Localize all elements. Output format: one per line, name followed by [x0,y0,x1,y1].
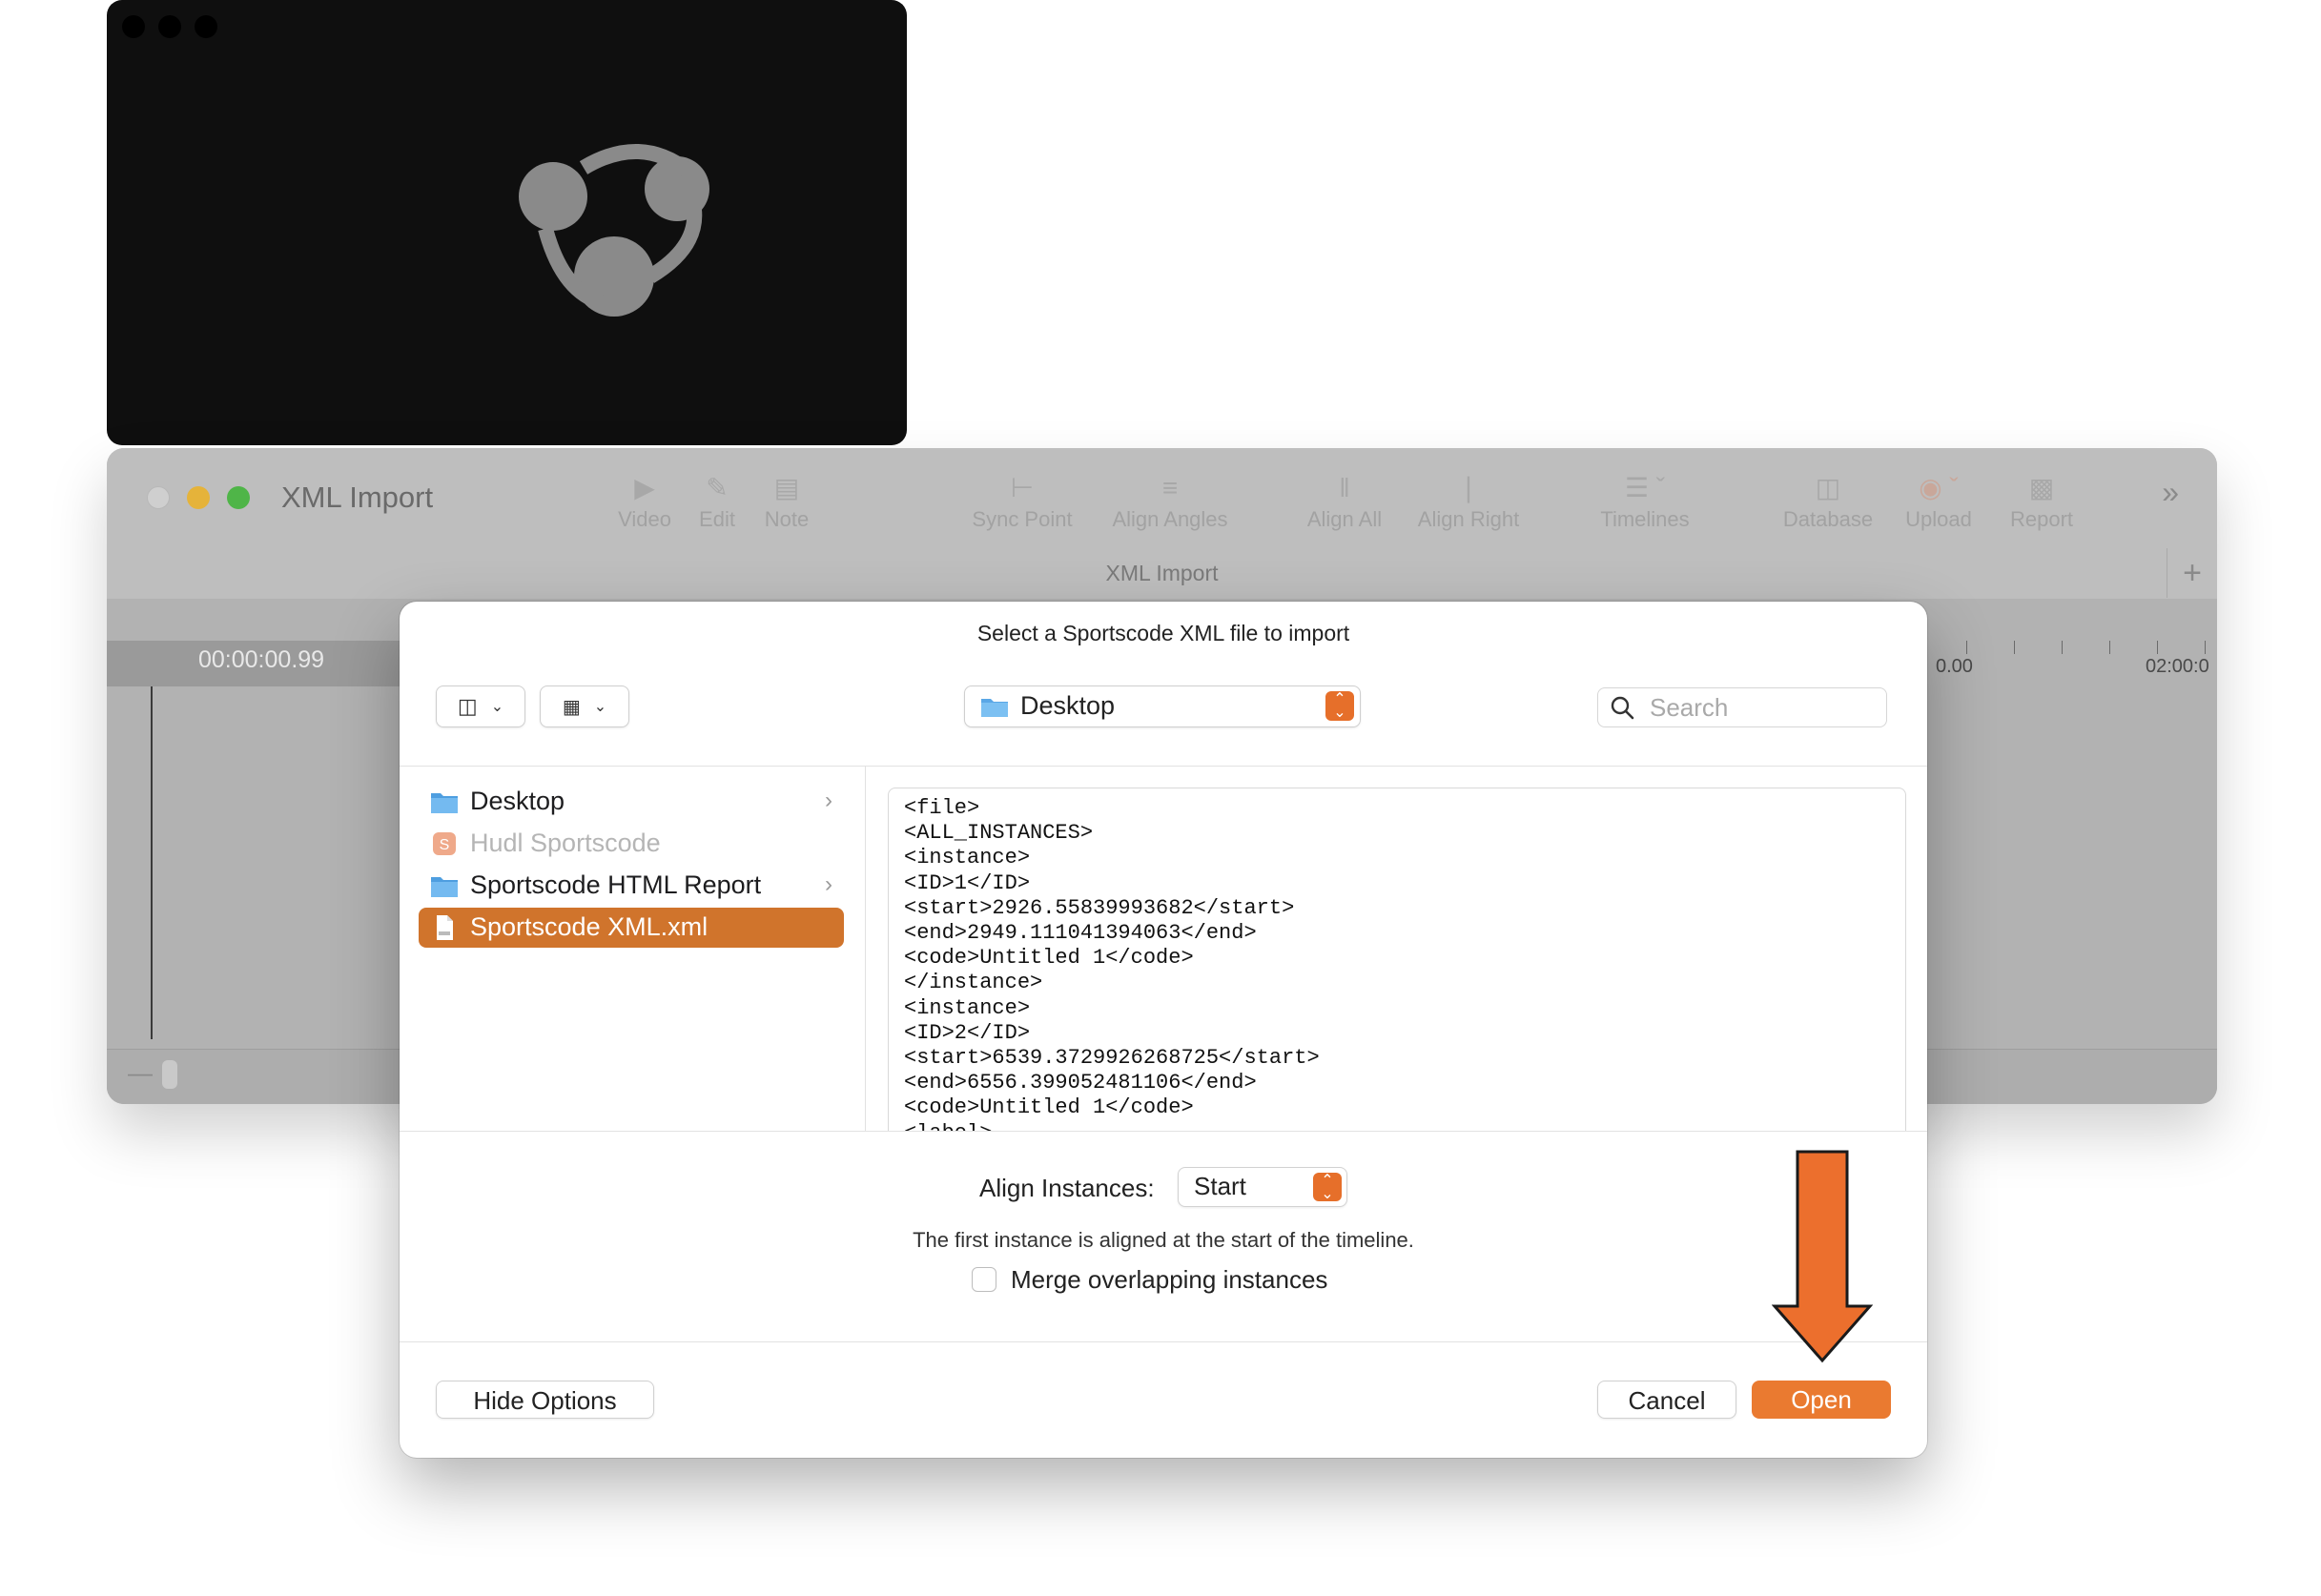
zoom-out-icon[interactable]: — [128,1058,153,1088]
toolbar-report[interactable]: ▩ Report [1998,469,2085,532]
add-tab-button[interactable]: + [2167,548,2217,598]
dialog-title: Select a Sportscode XML file to import [976,621,1350,645]
toolbar-note-label: Note [764,507,810,531]
file-item-sportscode-xml[interactable]: Sportscode XML.xml [419,908,844,948]
align-angles-icon: ≡ [1161,473,1179,502]
toolbar-overflow-icon[interactable]: » [2162,475,2179,510]
view-mode-button[interactable]: ◫ ⌄ [436,685,525,727]
chevron-down-icon: ⌄ [593,699,607,715]
toolbar-align-all[interactable]: ‖ Align All [1299,469,1390,532]
note-icon: ▤ [773,473,800,502]
tab-xml-import[interactable]: XML Import [107,561,2217,586]
align-right-icon: ❘ [1457,473,1480,502]
video-window-traffic-lights [122,15,217,38]
popup-stepper-icon: ⌃ ⌄ [1325,691,1354,721]
maximize-button[interactable] [227,486,250,509]
open-button[interactable]: Open [1752,1381,1891,1419]
chevron-right-icon: › [825,788,832,813]
align-description: The first instance is aligned at the sta… [913,1228,1414,1252]
folder-icon [431,793,458,813]
video-close-button[interactable] [122,15,145,38]
toolbar-align-angles-label: Align Angles [1112,507,1228,531]
chevron-down-icon: ⌄ [490,699,504,715]
file-preview: <file> <ALL_INSTANCES> <instance> <ID>1<… [888,788,1906,1132]
file-item-html-report[interactable]: Sportscode HTML Report › [419,866,844,906]
toolbar-align-all-label: Align All [1306,507,1383,531]
file-item-hudl-sportscode: S Hudl Sportscode [419,824,844,864]
database-icon: ◫ [1815,473,1841,502]
align-instances-label: Align Instances: [979,1174,1155,1202]
merge-overlapping-label[interactable]: Merge overlapping instances [1011,1265,1327,1295]
grid-view-icon: ▦ [562,696,581,718]
column-divider [865,767,866,1131]
sync-point-icon: ⊢ [1010,473,1035,502]
group-mode-button[interactable]: ▦ ⌄ [540,685,629,727]
toolbar-sync-point-label: Sync Point [972,507,1073,531]
location-popup[interactable]: Desktop ⌃ ⌄ [964,685,1361,727]
file-item-desktop[interactable]: Desktop › [419,782,844,822]
timeline-ruler [1919,641,2217,654]
toolbar-video-label: Video [618,507,671,531]
toolbar-note[interactable]: ▤ Note [746,469,828,532]
align-all-icon: ‖ [1339,473,1350,502]
toolbar-align-right-label: Align Right [1417,507,1520,531]
annotation-arrow-icon [1772,1150,1873,1363]
upload-icon: ◉ ˇ [1919,473,1959,502]
columns-view-icon: ◫ [457,694,478,718]
align-instances-value: Start [1194,1172,1246,1200]
file-item-label: Desktop [470,787,565,815]
file-item-label: Sportscode HTML Report [470,870,762,899]
toolbar-edit-label: Edit [699,507,735,531]
divider [400,1341,1927,1342]
toolbar-database-label: Database [1782,507,1874,531]
toolbar-timelines[interactable]: ☰ ˇ Timelines [1588,469,1702,532]
ruler-label: 0.00 [1936,656,1973,677]
report-icon: ▩ [2028,473,2055,502]
xml-preview-text: <file> <ALL_INSTANCES> <instance> <ID>1<… [904,796,1320,1132]
hide-options-button[interactable]: Hide Options [436,1381,654,1419]
folder-icon [981,699,1008,717]
search-input[interactable]: Search [1597,687,1887,727]
toolbar-database[interactable]: ◫ Database [1773,469,1883,532]
minimize-button[interactable] [187,486,210,509]
popup-stepper-icon: ⌃ ⌄ [1313,1173,1342,1202]
video-window [107,0,907,445]
window-title: XML Import [281,481,434,514]
file-item-label: Hudl Sportscode [470,829,661,857]
zoom-slider-knob[interactable] [162,1060,177,1089]
video-maximize-button[interactable] [195,15,217,38]
timelines-icon: ☰ ˇ [1624,473,1666,502]
chevron-right-icon: › [825,871,832,897]
search-placeholder: Search [1650,693,1729,722]
playhead[interactable] [151,686,153,1039]
location-label: Desktop [1020,691,1116,720]
timecode-display: 00:00:00.99 [198,646,325,673]
window-toolbar: XML Import ▶ Video ✎ Edit ▤ Note ⊢ Sync … [107,448,2217,599]
toolbar-align-angles[interactable]: ≡ Align Angles [1103,469,1237,532]
cancel-button[interactable]: Cancel [1597,1381,1736,1419]
toolbar-align-right[interactable]: ❘ Align Right [1409,469,1528,532]
traffic-lights [147,486,250,509]
file-item-label: Sportscode XML.xml [470,912,709,941]
toolbar-report-label: Report [2009,507,2074,531]
ruler-label: 02:00:0 [2146,656,2209,677]
toolbar-upload[interactable]: ◉ ˇ Upload [1893,469,1984,532]
toolbar-upload-label: Upload [1905,507,1972,531]
app-icon: S [433,832,456,855]
video-minimize-button[interactable] [158,15,181,38]
merge-overlapping-checkbox[interactable] [972,1267,996,1292]
import-file-dialog: Select a Sportscode XML file to import ◫… [400,602,1927,1458]
divider [400,1131,1927,1132]
folder-icon [431,877,458,897]
align-instances-popup[interactable]: Start ⌃ ⌄ [1178,1167,1347,1207]
toolbar-timelines-label: Timelines [1600,507,1690,531]
xml-file-icon [437,915,453,940]
toolbar-sync-point[interactable]: ⊢ Sync Point [965,469,1079,532]
close-button[interactable] [147,486,170,509]
svg-text:S: S [440,837,450,853]
search-icon [1611,696,1634,720]
file-list: Desktop › S Hudl Sportscode Sportscode H… [400,767,865,1131]
sportscode-logo-icon [519,144,709,317]
